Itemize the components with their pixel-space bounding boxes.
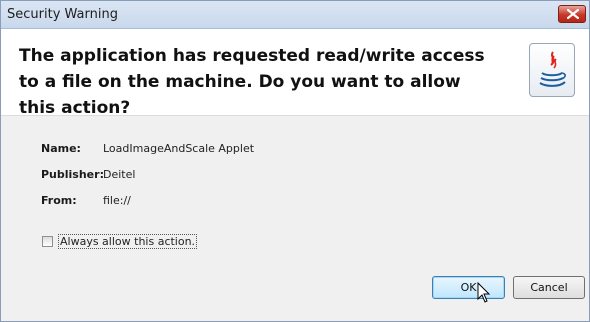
title-bar[interactable]: Security Warning <box>1 1 589 29</box>
publisher-label: Publisher: <box>41 167 104 181</box>
dialog-header: The application has requested read/write… <box>1 29 589 118</box>
java-icon <box>539 51 566 87</box>
always-allow-option[interactable]: Always allow this action. <box>42 234 198 249</box>
detail-row-from: From: file:// <box>41 187 254 213</box>
always-allow-checkbox[interactable] <box>42 236 53 247</box>
detail-row-name: Name: LoadImageAndScale Applet <box>41 135 254 161</box>
publisher-value: Deitel <box>103 167 136 181</box>
detail-row-publisher: Publisher: Deitel <box>41 161 254 187</box>
from-value: file:// <box>103 193 131 207</box>
java-icon-frame <box>529 43 575 97</box>
window-title: Security Warning <box>7 7 118 22</box>
mouse-pointer-icon <box>477 282 491 303</box>
warning-message: The application has requested read/write… <box>19 46 485 118</box>
name-label: Name: <box>41 141 81 155</box>
ok-button[interactable]: OK <box>432 276 505 299</box>
always-allow-label[interactable]: Always allow this action. <box>58 234 198 249</box>
cancel-button[interactable]: Cancel <box>513 276 585 299</box>
from-label: From: <box>41 193 77 207</box>
close-button[interactable] <box>558 5 586 23</box>
security-warning-dialog: Security Warning The application has req… <box>0 0 590 322</box>
applet-details: Name: LoadImageAndScale Applet Publisher… <box>41 135 254 213</box>
close-icon <box>567 9 579 19</box>
name-value: LoadImageAndScale Applet <box>103 141 255 155</box>
